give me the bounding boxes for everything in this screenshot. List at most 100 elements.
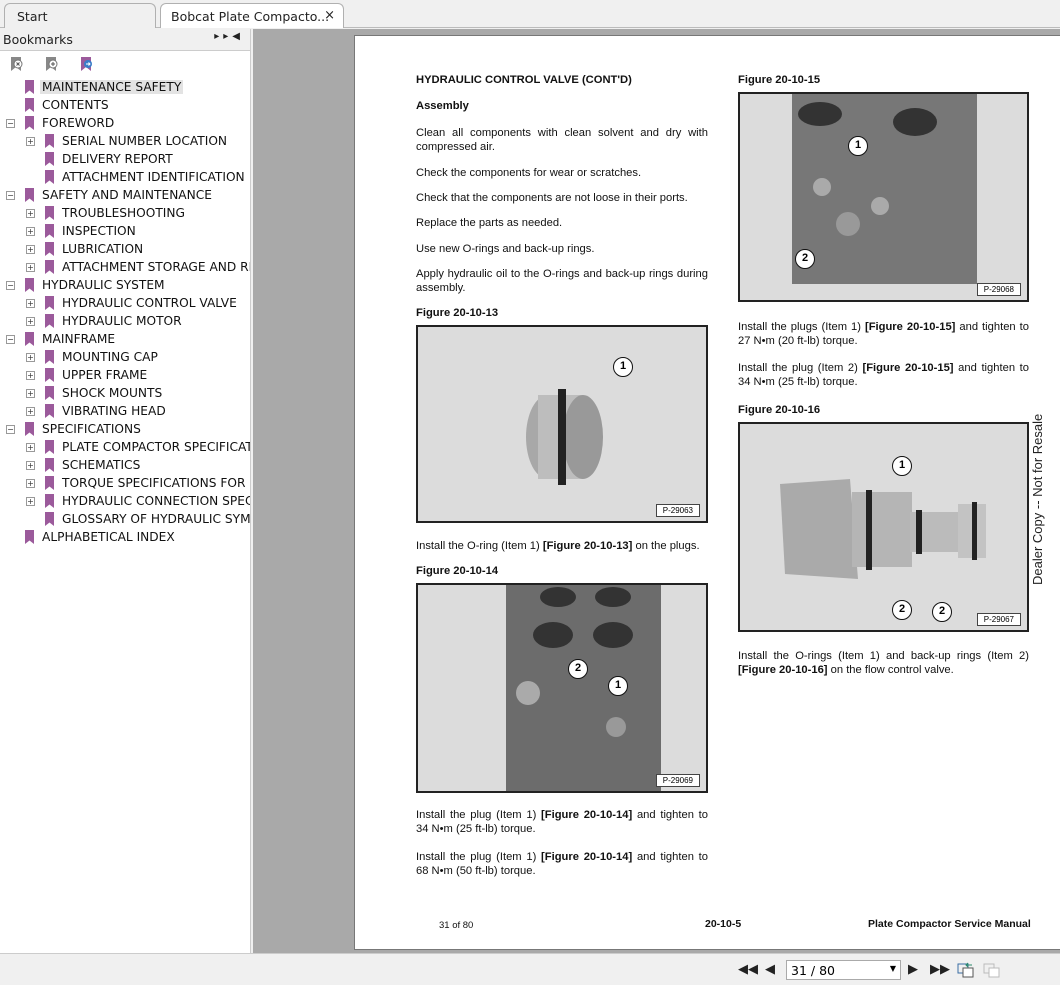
bookmark-item[interactable]: + ATTACHMENT STORAGE AND RET — [0, 258, 250, 276]
expand-panel-icon[interactable]: ▸▸ — [214, 31, 232, 42]
bookmark-item[interactable]: + TROUBLESHOOTING — [0, 204, 250, 222]
paragraph: Install the plugs (Item 1) [Figure 20-10… — [738, 321, 1029, 347]
collapse-icon[interactable]: − — [6, 119, 15, 128]
first-page-icon[interactable]: ◀◀ — [738, 962, 758, 977]
expand-icon[interactable]: + — [26, 407, 35, 416]
bookmark-label: SERIAL NUMBER LOCATION — [62, 134, 228, 148]
previous-view-icon[interactable] — [957, 961, 975, 983]
photo-code: P-29067 — [976, 613, 1021, 626]
expand-icon[interactable]: + — [26, 209, 35, 218]
bookmark-label: HYDRAULIC SYSTEM — [42, 278, 165, 292]
valve-block-image — [506, 585, 661, 791]
expand-icon[interactable]: + — [26, 461, 35, 470]
bookmark-item[interactable]: + SHOCK MOUNTS — [0, 384, 250, 402]
bookmark-item[interactable]: + LUBRICATION — [0, 240, 250, 258]
bookmark-label: FOREWORD — [42, 116, 115, 130]
bookmark-item[interactable]: GLOSSARY OF HYDRAULIC SYMBO — [0, 510, 250, 528]
bookmarks-panel: Bookmarks ▸▸◀ MAINTENANCE SAFETY CONTENTS… — [0, 29, 251, 985]
last-page-icon[interactable]: ▶▶ — [930, 962, 950, 977]
bookmark-toolbar — [0, 51, 250, 73]
bookmark-item[interactable]: + SCHEMATICS — [0, 456, 250, 474]
collapse-icon[interactable]: − — [6, 335, 15, 344]
bookmark-icon — [25, 278, 34, 292]
add-bookmark-icon[interactable] — [45, 56, 59, 72]
collapse-icon[interactable]: − — [6, 425, 15, 434]
bookmark-label: TROUBLESHOOTING — [62, 206, 185, 220]
bookmark-item[interactable]: + UPPER FRAME — [0, 366, 250, 384]
expand-icon[interactable]: + — [26, 371, 35, 380]
bookmark-icon — [25, 530, 34, 544]
bookmark-item[interactable]: + HYDRAULIC MOTOR — [0, 312, 250, 330]
next-page-icon[interactable]: ▶ — [908, 962, 918, 977]
expand-icon[interactable]: + — [26, 389, 35, 398]
expand-icon[interactable]: + — [26, 263, 35, 272]
page-number-input[interactable]: 31 / 80 ▼ — [786, 960, 901, 980]
bookmark-item[interactable]: − FOREWORD — [0, 114, 250, 132]
bookmarks-title: Bookmarks — [3, 32, 73, 47]
go-to-bookmark-icon[interactable] — [80, 56, 94, 72]
bookmark-label: ATTACHMENT STORAGE AND RET — [62, 260, 250, 274]
bookmark-item[interactable]: + PLATE COMPACTOR SPECIFICATIO — [0, 438, 250, 456]
collapse-panel-icon[interactable]: ◀ — [232, 31, 244, 42]
expand-icon[interactable]: + — [26, 317, 35, 326]
bookmark-icon — [25, 98, 34, 112]
collapse-icon[interactable]: − — [6, 281, 15, 290]
close-tab-icon[interactable]: × — [324, 8, 335, 23]
bookmark-label: SAFETY AND MAINTENANCE — [42, 188, 212, 202]
bookmark-icon — [45, 314, 54, 328]
expand-icon[interactable]: + — [26, 497, 35, 506]
bookmark-label: MOUNTING CAP — [62, 350, 158, 364]
bookmark-item[interactable]: + SERIAL NUMBER LOCATION — [0, 132, 250, 150]
bookmark-icon — [25, 188, 34, 202]
delete-bookmark-icon[interactable] — [10, 56, 24, 72]
expand-icon[interactable]: + — [26, 245, 35, 254]
bookmark-label: LUBRICATION — [62, 242, 144, 256]
bookmark-icon — [45, 512, 54, 526]
tab-start[interactable]: Start — [4, 3, 156, 28]
expand-icon[interactable]: + — [26, 353, 35, 362]
tab-label: Bobcat Plate Compacto... — [171, 9, 330, 24]
bookmark-item[interactable]: + VIBRATING HEAD — [0, 402, 250, 420]
bookmark-icon — [25, 422, 34, 436]
bookmark-item[interactable]: + MOUNTING CAP — [0, 348, 250, 366]
bookmark-item[interactable]: MAINTENANCE SAFETY — [0, 78, 250, 96]
paragraph: Check the components for wear or scratch… — [416, 167, 642, 179]
figure-title: Figure 20-10-13 — [416, 307, 499, 319]
tab-document[interactable]: Bobcat Plate Compacto... × — [160, 3, 344, 28]
previous-page-icon[interactable]: ◀ — [765, 962, 775, 977]
tab-label: Start — [17, 9, 48, 24]
page-footer-number: 20-10-5 — [705, 918, 742, 930]
expand-icon[interactable]: + — [26, 479, 35, 488]
bookmark-item[interactable]: ATTACHMENT IDENTIFICATION — [0, 168, 250, 186]
figure-20-10-15-photo: 1 2 P-29068 — [738, 92, 1029, 302]
expand-icon[interactable]: + — [26, 443, 35, 452]
bookmark-label: MAINFRAME — [42, 332, 116, 346]
bookmark-item[interactable]: − HYDRAULIC SYSTEM — [0, 276, 250, 294]
collapse-icon[interactable]: − — [6, 191, 15, 200]
expand-icon[interactable]: + — [26, 227, 35, 236]
callout: 1 — [608, 676, 628, 696]
next-view-icon[interactable] — [983, 961, 1001, 983]
bookmark-item[interactable]: − MAINFRAME — [0, 330, 250, 348]
callout: 2 — [932, 602, 952, 622]
bookmark-item[interactable]: DELIVERY REPORT — [0, 150, 250, 168]
bookmark-item[interactable]: + HYDRAULIC CONTROL VALVE — [0, 294, 250, 312]
bookmark-icon — [45, 440, 54, 454]
navigation-toolbar: ◀◀ ◀ 31 / 80 ▼ ▶ ▶▶ — [0, 953, 1060, 985]
o-ring-plug-image — [526, 389, 603, 485]
bookmark-item[interactable]: − SPECIFICATIONS — [0, 420, 250, 438]
tab-bar: Start Bobcat Plate Compacto... × — [0, 0, 1060, 28]
bookmark-icon — [45, 494, 54, 508]
bookmark-item[interactable]: ALPHABETICAL INDEX — [0, 528, 250, 546]
bookmark-label: ATTACHMENT IDENTIFICATION — [62, 170, 245, 184]
expand-icon[interactable]: + — [26, 137, 35, 146]
bookmark-item[interactable]: + HYDRAULIC CONNECTION SPECIFI — [0, 492, 250, 510]
expand-icon[interactable]: + — [26, 299, 35, 308]
valve-block-image — [792, 94, 977, 284]
bookmark-icon — [45, 404, 54, 418]
dropdown-arrow-icon[interactable]: ▼ — [890, 964, 896, 973]
bookmark-item[interactable]: + INSPECTION — [0, 222, 250, 240]
bookmark-item[interactable]: − SAFETY AND MAINTENANCE — [0, 186, 250, 204]
bookmark-item[interactable]: + TORQUE SPECIFICATIONS FOR BO — [0, 474, 250, 492]
bookmark-item[interactable]: CONTENTS — [0, 96, 250, 114]
